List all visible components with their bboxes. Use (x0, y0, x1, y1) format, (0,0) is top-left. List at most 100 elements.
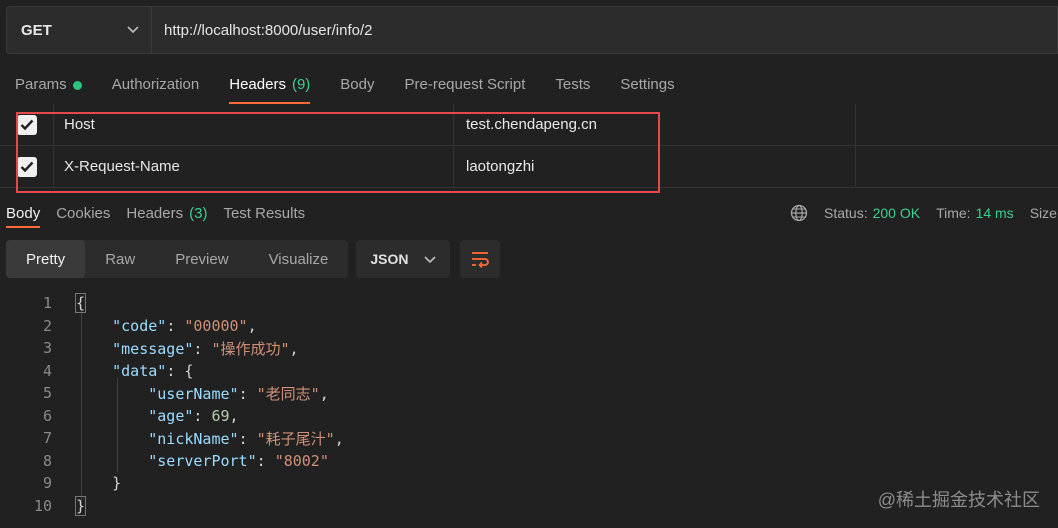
view-visualize[interactable]: Visualize (249, 240, 349, 278)
json-punct: } (76, 474, 122, 493)
line-number: 1 (42, 294, 52, 313)
line-number: 8 (42, 451, 52, 470)
json-key: "message" (112, 339, 194, 358)
tab-cookies-label: Cookies (56, 204, 111, 222)
time-value: 14 ms (975, 205, 1014, 221)
line-number: 5 (42, 384, 52, 403)
method-label: GET (21, 21, 52, 39)
response-headers-count-badge: (3) (189, 204, 208, 222)
tab-response-body-label: Body (6, 204, 41, 222)
time-label: Time: (936, 205, 971, 221)
code-text: "message": "操作成功", (76, 338, 298, 359)
code-text: "serverPort": "8002" (76, 452, 329, 470)
json-punct (76, 340, 112, 358)
code-line: 4 "data": { (0, 360, 1058, 383)
line-number: 7 (42, 429, 52, 448)
code-text: "code": "00000", (76, 317, 257, 335)
view-raw[interactable]: Raw (85, 240, 155, 278)
code-line: 2 "code": "00000", (0, 315, 1058, 338)
size-label: Size (1029, 205, 1057, 221)
json-string: "耗子尾汁" (256, 429, 335, 448)
tab-test-results[interactable]: Test Results (217, 198, 311, 228)
json-punct (76, 317, 112, 335)
code-text: } (74, 495, 87, 516)
method-select[interactable]: GET (6, 6, 151, 54)
code-text: "nickName": "耗子尾汁", (76, 428, 344, 449)
json-punct: : (238, 384, 257, 403)
json-string: "操作成功" (211, 339, 290, 358)
code-line: 5 "userName": "老同志", (0, 382, 1058, 405)
response-status-bar: Status: 200 OK Time: 14 ms Size (790, 198, 1057, 228)
tab-response-headers-label: Headers (126, 204, 184, 222)
wrap-lines-button[interactable] (460, 240, 501, 278)
tab-response-headers[interactable]: Headers (3) (120, 198, 213, 228)
status-value: 200 OK (872, 205, 921, 221)
code-text: { (74, 293, 87, 314)
code-line: 3 "message": "操作成功", (0, 337, 1058, 360)
tab-tests-label: Tests (555, 76, 591, 93)
tab-authorization[interactable]: Authorization (97, 66, 215, 104)
json-punct (76, 362, 112, 380)
line-number: 10 (33, 496, 52, 515)
tab-pre-request-script-label: Pre-request Script (404, 76, 526, 93)
view-preview[interactable]: Preview (155, 240, 248, 278)
format-select[interactable]: JSON (356, 240, 451, 278)
code-text: } (76, 474, 121, 492)
json-punct: { (74, 293, 87, 314)
line-number: 6 (42, 406, 52, 425)
json-punct (76, 430, 148, 448)
json-punct: : (166, 316, 185, 335)
line-number: 3 (42, 339, 52, 358)
tab-authorization-label: Authorization (111, 76, 200, 93)
annotation-highlight-box (16, 112, 660, 193)
tab-pre-request-script[interactable]: Pre-request Script (390, 66, 541, 104)
wrap-icon (472, 252, 490, 268)
code-line: 8 "serverPort": "8002" (0, 450, 1058, 473)
json-punct: : (256, 451, 275, 470)
response-view-toolbar: Pretty Raw Preview Visualize JSON (6, 240, 501, 278)
globe-icon[interactable] (790, 204, 808, 222)
json-punct: : { (166, 361, 194, 380)
code-text: "age": 69, (76, 406, 239, 425)
json-string: "老同志" (256, 384, 320, 403)
status-label: Status: (824, 205, 868, 221)
tab-body-label: Body (340, 76, 375, 93)
tab-body[interactable]: Body (325, 66, 389, 104)
json-punct: , (229, 406, 239, 425)
code-line: 1{ (0, 292, 1058, 315)
json-punct (76, 407, 148, 425)
json-key: "age" (148, 406, 194, 425)
response-body-code: 1{2 "code": "00000", 3 "message": "操作成功",… (0, 292, 1058, 517)
response-tabs: Body Cookies Headers (3) Test Results Sta… (0, 198, 1058, 228)
json-key: "code" (112, 316, 167, 335)
json-punct: : (193, 339, 212, 358)
view-mode-segmented-control: Pretty Raw Preview Visualize (6, 240, 349, 278)
json-key: "serverPort" (148, 451, 257, 470)
tab-cookies[interactable]: Cookies (50, 198, 116, 228)
tab-settings[interactable]: Settings (605, 66, 689, 104)
json-punct: : (193, 406, 212, 425)
tab-response-body[interactable]: Body (0, 198, 46, 228)
json-key: "nickName" (148, 429, 239, 448)
json-punct (76, 385, 148, 403)
code-text: "data": { (76, 362, 193, 380)
url-input[interactable]: http://localhost:8000/user/info/2 (151, 6, 1058, 54)
chevron-down-icon (127, 21, 139, 39)
tab-params-label: Params (15, 76, 67, 93)
json-string: "00000" (184, 316, 248, 335)
chevron-down-icon (424, 251, 436, 267)
json-punct: } (74, 495, 87, 516)
json-key: "data" (112, 361, 167, 380)
view-pretty[interactable]: Pretty (6, 240, 86, 278)
line-number: 9 (42, 474, 52, 493)
tab-tests[interactable]: Tests (540, 66, 605, 104)
code-line: 7 "nickName": "耗子尾汁", (0, 427, 1058, 450)
tab-params[interactable]: Params (0, 66, 97, 104)
tab-settings-label: Settings (620, 76, 675, 93)
tab-headers[interactable]: Headers (9) (214, 66, 325, 104)
json-punct: , (334, 429, 344, 448)
line-number: 2 (42, 316, 52, 335)
params-indicator-dot (72, 81, 82, 90)
code-line: 6 "age": 69, (0, 405, 1058, 428)
request-bar: GET http://localhost:8000/user/info/2 (6, 6, 1058, 54)
